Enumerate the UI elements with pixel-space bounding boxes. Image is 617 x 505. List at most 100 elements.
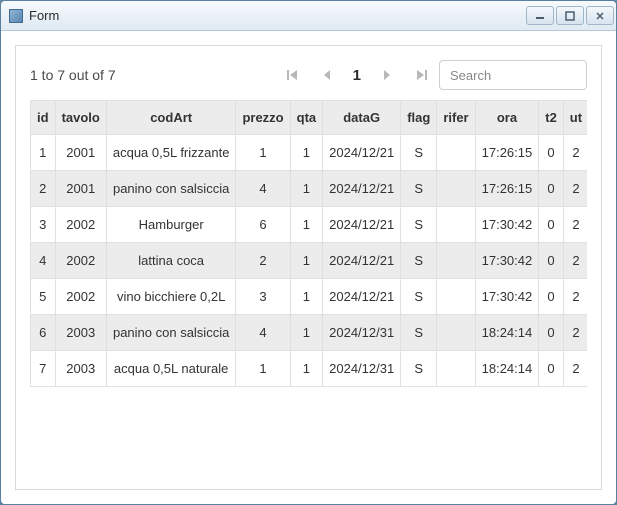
table-row[interactable]: 32002Hamburger612024/12/21S17:30:4202 <box>31 207 588 243</box>
content-panel: 1 to 7 out of 7 1 <box>15 45 602 490</box>
window-body: 1 to 7 out of 7 1 <box>1 31 616 504</box>
cell-t2: 0 <box>539 315 564 351</box>
cell-flag: S <box>401 315 437 351</box>
column-header-dataG[interactable]: dataG <box>323 101 401 135</box>
cell-prezzo: 3 <box>236 279 290 315</box>
cell-id: 2 <box>31 171 56 207</box>
table-row[interactable]: 22001panino con salsiccia412024/12/21S17… <box>31 171 588 207</box>
cell-t2: 0 <box>539 171 564 207</box>
next-page-button[interactable] <box>379 65 395 85</box>
table-row[interactable]: 12001acqua 0,5L frizzante112024/12/21S17… <box>31 135 588 171</box>
cell-rifer <box>437 315 475 351</box>
cell-flag: S <box>401 207 437 243</box>
close-button[interactable] <box>586 6 614 25</box>
current-page: 1 <box>353 67 361 84</box>
cell-tavolo: 2002 <box>55 279 106 315</box>
range-label: 1 to 7 out of 7 <box>30 67 275 83</box>
maximize-button[interactable] <box>556 6 584 25</box>
cell-rifer <box>437 171 475 207</box>
cell-ut: 2 <box>563 207 587 243</box>
cell-ora: 17:30:42 <box>475 207 539 243</box>
cell-qta: 1 <box>290 171 323 207</box>
cell-dataG: 2024/12/31 <box>323 351 401 387</box>
cell-flag: S <box>401 243 437 279</box>
cell-flag: S <box>401 351 437 387</box>
column-header-ut[interactable]: ut <box>563 101 587 135</box>
titlebar[interactable]: Form <box>1 1 616 31</box>
cell-prezzo: 6 <box>236 207 290 243</box>
cell-rifer <box>437 207 475 243</box>
cell-id: 1 <box>31 135 56 171</box>
first-page-icon <box>286 68 300 82</box>
cell-tavolo: 2003 <box>55 315 106 351</box>
cell-t2: 0 <box>539 243 564 279</box>
cell-t2: 0 <box>539 351 564 387</box>
cell-codArt: acqua 0,5L frizzante <box>106 135 236 171</box>
cell-codArt: panino con salsiccia <box>106 315 236 351</box>
pager: 1 <box>285 65 429 85</box>
column-header-id[interactable]: id <box>31 101 56 135</box>
top-row: 1 to 7 out of 7 1 <box>30 60 587 90</box>
last-page-button[interactable] <box>413 65 429 85</box>
data-table-wrap: idtavolocodArtprezzoqtadataGflagriferora… <box>30 100 587 481</box>
column-header-ora[interactable]: ora <box>475 101 539 135</box>
cell-tavolo: 2003 <box>55 351 106 387</box>
cell-ut: 2 <box>563 351 587 387</box>
cell-qta: 1 <box>290 351 323 387</box>
cell-ut: 2 <box>563 171 587 207</box>
cell-dataG: 2024/12/21 <box>323 243 401 279</box>
cell-ora: 17:26:15 <box>475 171 539 207</box>
cell-qta: 1 <box>290 243 323 279</box>
cell-prezzo: 1 <box>236 351 290 387</box>
cell-codArt: acqua 0,5L naturale <box>106 351 236 387</box>
column-header-t2[interactable]: t2 <box>539 101 564 135</box>
table-head: idtavolocodArtprezzoqtadataGflagriferora… <box>31 101 588 135</box>
chevron-right-icon <box>381 68 393 82</box>
cell-dataG: 2024/12/21 <box>323 279 401 315</box>
maximize-icon <box>565 11 575 21</box>
column-header-rifer[interactable]: rifer <box>437 101 475 135</box>
cell-tavolo: 2002 <box>55 207 106 243</box>
app-icon <box>9 9 23 23</box>
minimize-button[interactable] <box>526 6 554 25</box>
chevron-left-icon <box>321 68 333 82</box>
cell-t2: 0 <box>539 279 564 315</box>
column-header-tavolo[interactable]: tavolo <box>55 101 106 135</box>
column-header-prezzo[interactable]: prezzo <box>236 101 290 135</box>
cell-codArt: Hamburger <box>106 207 236 243</box>
cell-ut: 2 <box>563 135 587 171</box>
table-row[interactable]: 42002lattina coca212024/12/21S17:30:4202 <box>31 243 588 279</box>
close-icon <box>595 11 605 21</box>
cell-flag: S <box>401 135 437 171</box>
cell-t2: 0 <box>539 207 564 243</box>
cell-id: 6 <box>31 315 56 351</box>
cell-id: 4 <box>31 243 56 279</box>
cell-rifer <box>437 279 475 315</box>
cell-ut: 2 <box>563 279 587 315</box>
cell-ora: 18:24:14 <box>475 351 539 387</box>
cell-flag: S <box>401 279 437 315</box>
cell-ora: 17:30:42 <box>475 243 539 279</box>
window-title: Form <box>29 8 524 23</box>
column-header-codArt[interactable]: codArt <box>106 101 236 135</box>
form-window: Form 1 to 7 out of 7 <box>0 0 617 505</box>
cell-dataG: 2024/12/21 <box>323 171 401 207</box>
column-header-flag[interactable]: flag <box>401 101 437 135</box>
cell-ut: 2 <box>563 243 587 279</box>
search-input[interactable] <box>439 60 587 90</box>
prev-page-button[interactable] <box>319 65 335 85</box>
cell-id: 7 <box>31 351 56 387</box>
column-header-qta[interactable]: qta <box>290 101 323 135</box>
table-row[interactable]: 62003panino con salsiccia412024/12/31S18… <box>31 315 588 351</box>
cell-ora: 18:24:14 <box>475 315 539 351</box>
table-row[interactable]: 52002vino bicchiere 0,2L312024/12/21S17:… <box>31 279 588 315</box>
cell-tavolo: 2001 <box>55 171 106 207</box>
cell-qta: 1 <box>290 207 323 243</box>
first-page-button[interactable] <box>285 65 301 85</box>
cell-qta: 1 <box>290 279 323 315</box>
cell-id: 3 <box>31 207 56 243</box>
table-row[interactable]: 72003acqua 0,5L naturale112024/12/31S18:… <box>31 351 588 387</box>
cell-rifer <box>437 351 475 387</box>
cell-tavolo: 2002 <box>55 243 106 279</box>
cell-ut: 2 <box>563 315 587 351</box>
